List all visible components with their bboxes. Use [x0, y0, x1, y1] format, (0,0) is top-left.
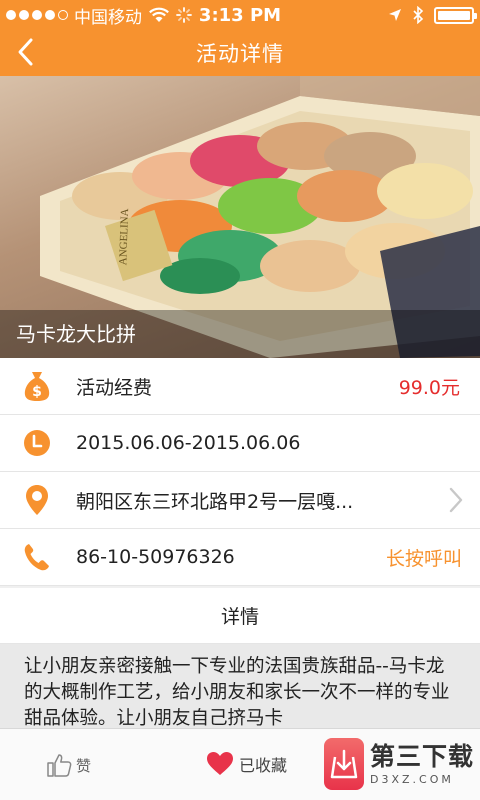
address-row[interactable]: 朝阳区东三环北路甲2号一层嘎...	[0, 472, 480, 529]
watermark-logo: 第三下载 D3XZ.COM	[324, 738, 474, 790]
back-button[interactable]	[8, 34, 44, 70]
bottom-action-bar: 赞 已收藏 第三下载 D3XZ.COM	[0, 728, 480, 800]
phone-icon	[20, 540, 54, 574]
download-logo-icon	[324, 738, 364, 790]
nav-bar: 活动详情	[0, 30, 480, 76]
favorite-button[interactable]: 已收藏	[206, 751, 287, 776]
thumbs-up-icon	[47, 754, 72, 777]
money-bag-icon: $	[20, 369, 54, 403]
fee-label: 活动经费	[76, 376, 153, 399]
fee-row: $ 活动经费 99.0元	[0, 358, 480, 415]
phone-row[interactable]: 86-10-50976326 长按呼叫	[0, 529, 480, 586]
fee-value: 99.0元	[398, 376, 460, 399]
address-text: 朝阳区东三环北路甲2号一层嘎...	[76, 490, 354, 513]
date-range: 2015.06.06-2015.06.06	[76, 432, 301, 454]
like-label: 赞	[76, 756, 92, 775]
watermark-name: 第三下载	[370, 742, 475, 771]
box-label-text: ANGELINA	[117, 208, 131, 265]
watermark-url: D3XZ.COM	[370, 773, 454, 786]
bluetooth-icon	[413, 6, 424, 24]
detail-description: 让小朋友亲密接触一下专业的法国贵族甜品--马卡龙的大概制作工艺，给小朋友和家长一…	[0, 644, 480, 728]
like-button[interactable]: 赞	[46, 753, 91, 777]
long-press-call-button[interactable]: 长按呼叫	[386, 544, 462, 571]
activity-title: 马卡龙大比拼	[0, 310, 480, 358]
phone-number: 86-10-50976326	[76, 546, 235, 568]
date-row: 2015.06.06-2015.06.06	[0, 415, 480, 472]
chevron-left-icon	[18, 38, 33, 66]
svg-text:$: $	[32, 384, 42, 400]
detail-section-title: 详情	[0, 588, 480, 644]
heart-icon	[207, 752, 233, 775]
activity-info-list: $ 活动经费 99.0元 2015.06.06-2015.06.06 朝阳区东三…	[0, 358, 480, 586]
location-arrow-icon	[389, 9, 401, 21]
page-title: 活动详情	[196, 42, 284, 66]
status-bar: 中国移动 3:13 PM	[0, 0, 480, 30]
activity-cover-image: ANGELINA 马卡龙大比拼	[0, 76, 480, 358]
clock-icon	[20, 426, 54, 460]
chevron-right-icon	[449, 487, 463, 513]
battery-icon	[434, 6, 477, 24]
favorite-label: 已收藏	[239, 755, 288, 775]
location-pin-icon	[20, 483, 54, 517]
